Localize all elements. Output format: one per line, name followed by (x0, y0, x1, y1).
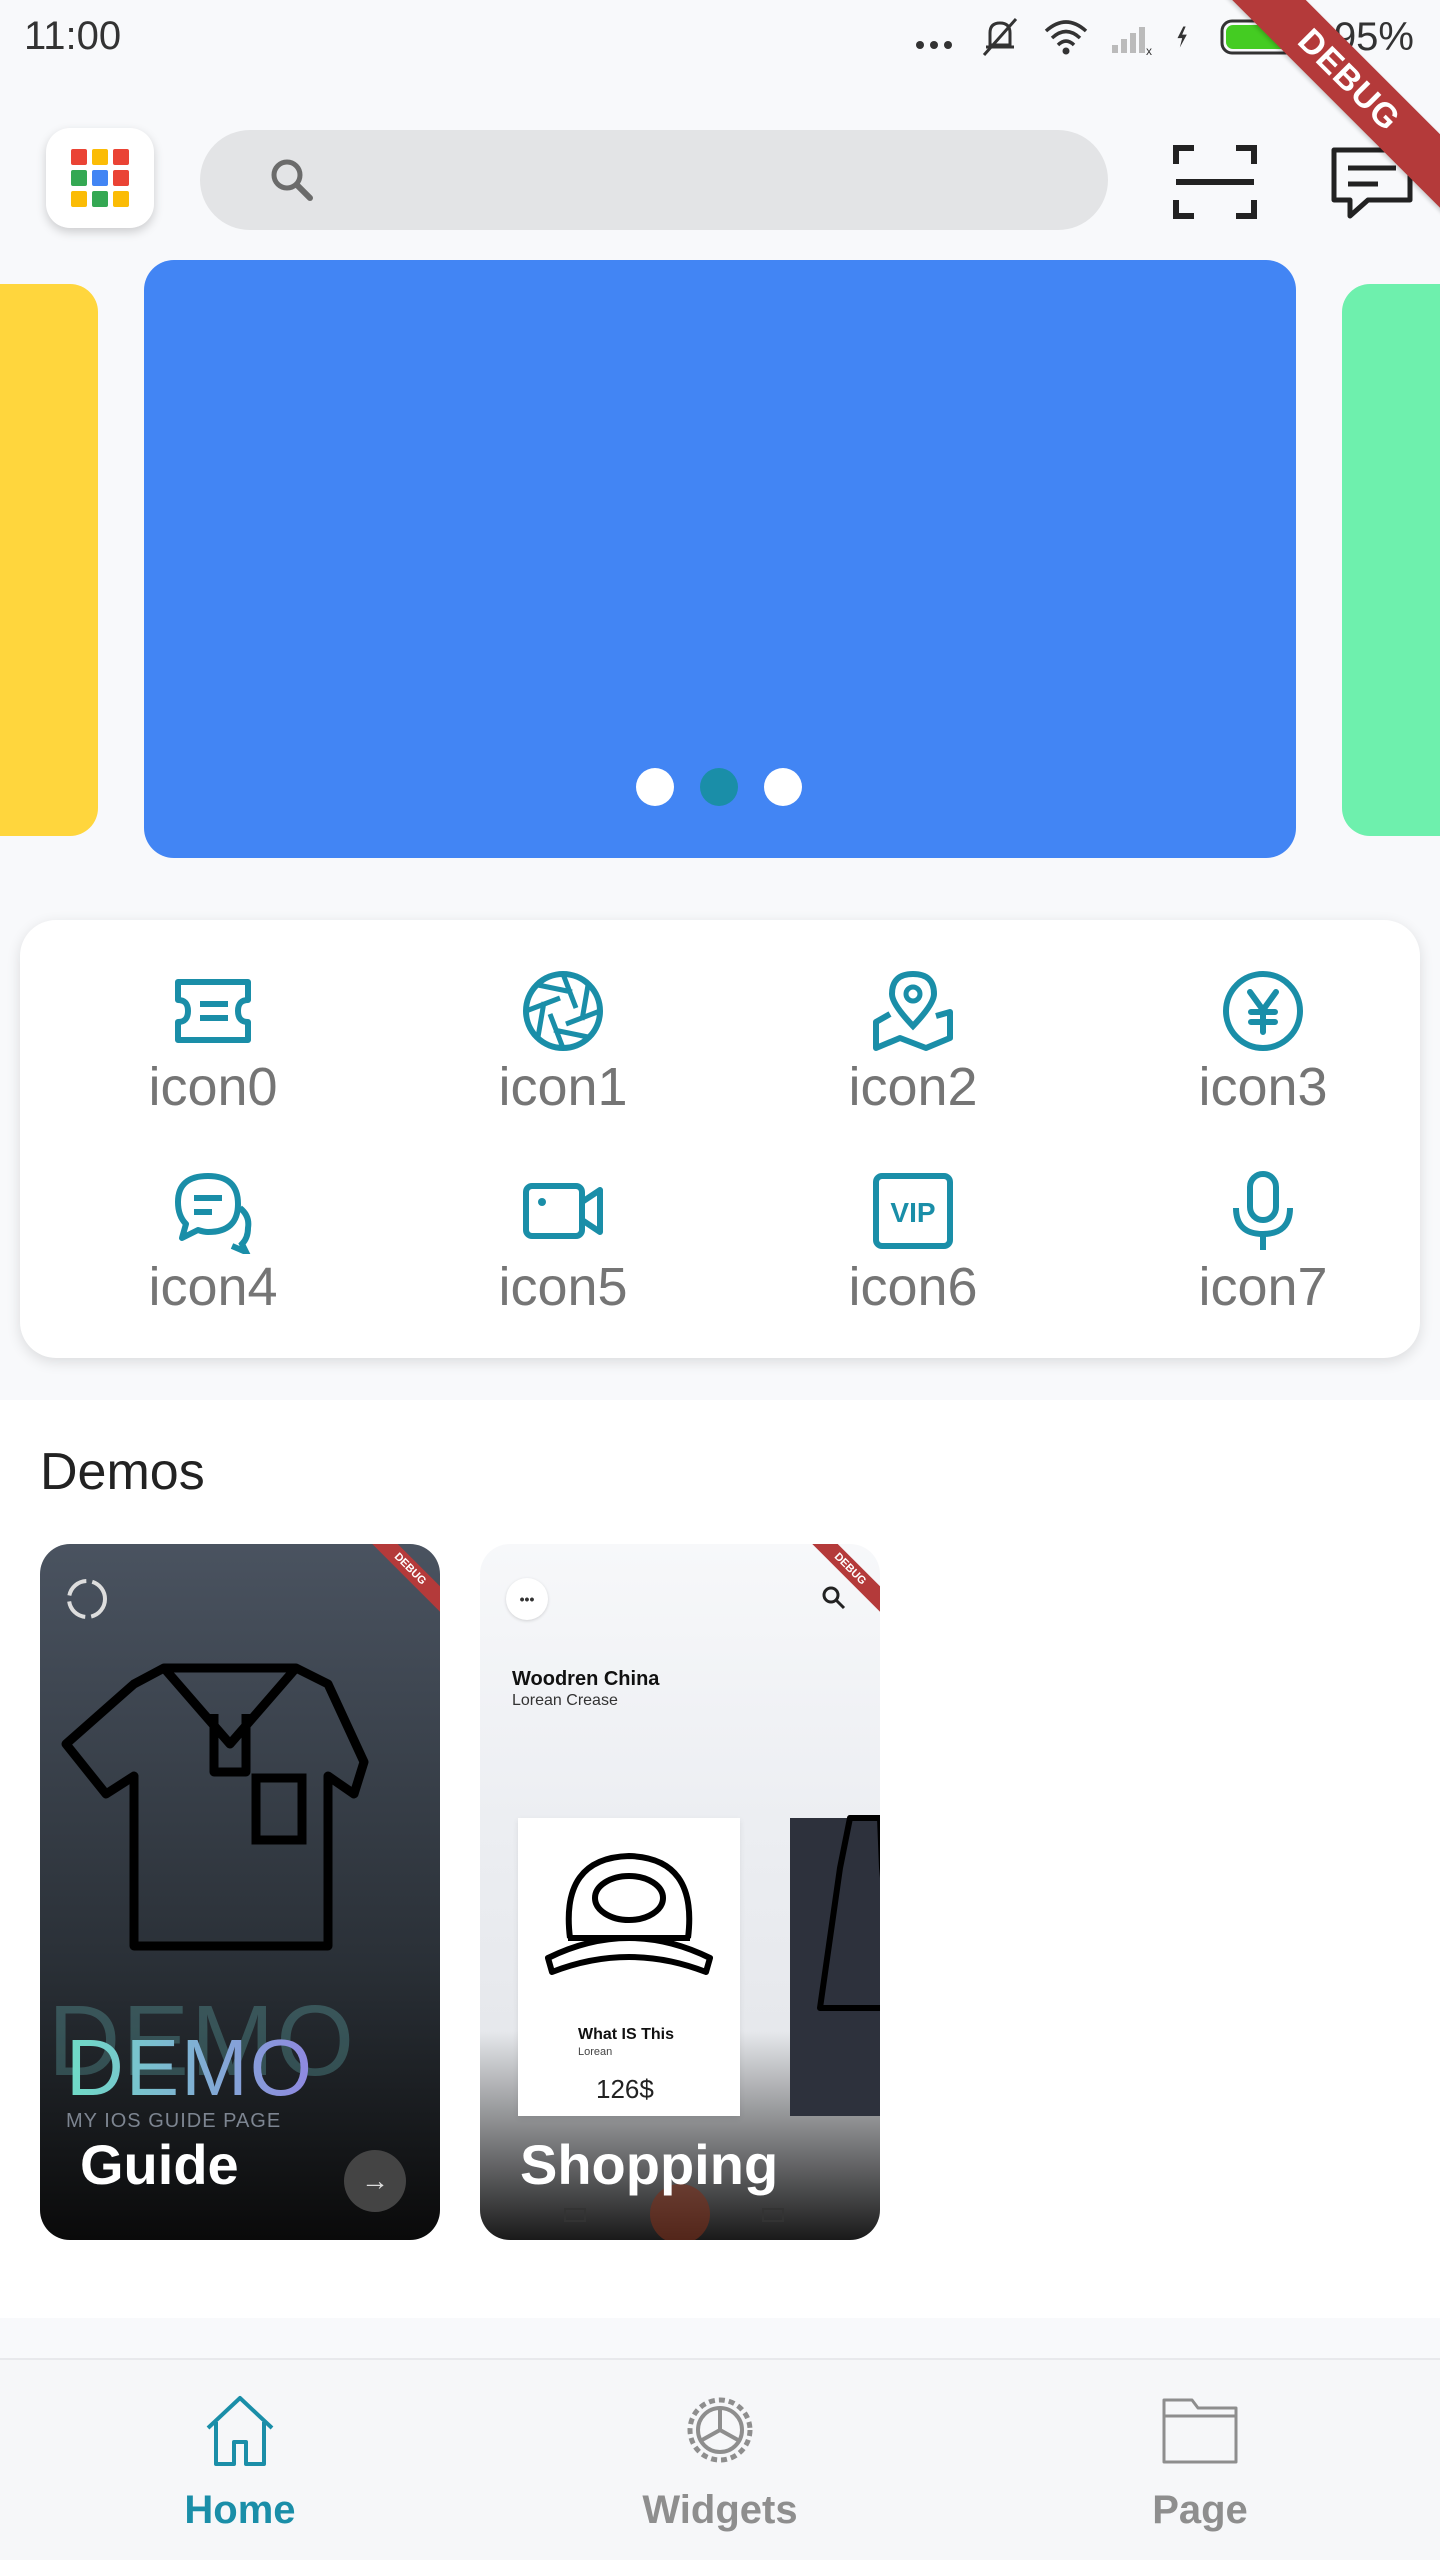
demo-card-guide[interactable]: DEBUG DEMO DEMO MY IOS GUIDE PAGE Guide … (40, 1544, 440, 2240)
product-card-dark (790, 1815, 880, 2116)
quick-item-label: icon2 (848, 1057, 978, 1117)
carousel-dot[interactable] (764, 768, 802, 806)
nav-label: Page (1152, 2488, 1248, 2532)
quick-item-label: icon3 (1198, 1057, 1328, 1117)
svg-text:VIP: VIP (890, 1197, 935, 1228)
carousel-slide-prev[interactable] (0, 284, 98, 836)
section-title: Demos (40, 1443, 205, 1501)
nav-label: Home (184, 2488, 296, 2532)
quick-item-label: icon5 (498, 1257, 628, 1317)
loading-icon (67, 1579, 107, 1619)
shop-brand: Woodren China (512, 1668, 660, 1690)
cap-icon (545, 1852, 713, 1975)
scan-icon[interactable] (1172, 142, 1258, 222)
svg-text:x: x (1146, 44, 1152, 58)
home-icon (206, 2396, 274, 2466)
status-time: 11:00 (24, 14, 122, 58)
wifi-icon (1044, 20, 1088, 55)
tab-icon (564, 2208, 586, 2222)
app-grid-button[interactable] (46, 128, 154, 228)
quick-item-label: icon0 (148, 1057, 278, 1117)
nav-widgets[interactable]: Widgets (570, 2390, 870, 2533)
search-bar[interactable] (200, 130, 1108, 230)
quick-item-icon0[interactable]: icon0 (38, 920, 388, 1120)
bell-muted-icon (982, 18, 1018, 56)
quick-item-label: icon6 (848, 1257, 978, 1317)
quick-item-icon5[interactable]: icon5 (388, 1120, 738, 1320)
nav-home[interactable]: Home (90, 2390, 390, 2533)
demo-card-title: Shopping (520, 2133, 779, 2196)
quick-actions-grid: icon0 icon1 icon2 icon3 icon4 icon5 VIP … (20, 920, 1420, 1358)
tab-icon (762, 2208, 784, 2222)
product-price: 126$ (596, 2074, 654, 2104)
map-pin-icon (873, 970, 953, 1051)
carousel-dot[interactable] (636, 768, 674, 806)
video-camera-icon (523, 1183, 603, 1239)
search-icon (271, 159, 313, 201)
quick-item-label: icon1 (498, 1057, 628, 1117)
demo-subtitle: MY IOS GUIDE PAGE (66, 2110, 282, 2132)
product-name: What IS This (578, 2026, 674, 2043)
shirt-icon (61, 1663, 369, 1951)
nav-label: Widgets (642, 2488, 798, 2532)
aperture-icon (523, 971, 603, 1051)
quick-item-icon7[interactable]: icon7 (1088, 1120, 1438, 1320)
more-icon: ••• (506, 1578, 548, 1620)
product-card: What IS This Lorean 126$ (518, 1818, 740, 2116)
search-input[interactable] (332, 159, 1092, 201)
charging-icon (1177, 26, 1187, 48)
carousel-dot-active[interactable] (700, 768, 738, 806)
search-icon (822, 1586, 846, 1610)
demo-card-title: Guide (80, 2133, 239, 2196)
quick-item-icon6[interactable]: VIP icon6 (738, 1120, 1088, 1320)
mini-debug-banner: DEBUG (361, 1544, 440, 1618)
gear-icon (687, 2397, 753, 2463)
app-grid-icon (71, 149, 129, 207)
more-dots-icon (915, 41, 952, 49)
nav-page[interactable]: Page (1050, 2390, 1350, 2533)
microphone-icon (1233, 1171, 1293, 1250)
folder-icon (1162, 2398, 1238, 2464)
bottom-navigation: Home Widgets Page (0, 2358, 1440, 2560)
quick-item-icon2[interactable]: icon2 (738, 920, 1088, 1120)
dress-icon (817, 1815, 880, 2011)
signal-icon: x (1111, 27, 1152, 58)
carousel-indicator (636, 768, 802, 806)
chat-bubbles-icon (175, 1173, 252, 1254)
quick-item-label: icon4 (148, 1257, 278, 1317)
demo-brand-text: DEMO (66, 2023, 314, 2112)
yen-icon (1223, 971, 1303, 1051)
vip-icon: VIP (873, 1173, 953, 1249)
quick-item-icon1[interactable]: icon1 (388, 920, 738, 1120)
arrow-right-icon[interactable]: → (344, 2150, 406, 2212)
demo-card-shopping[interactable]: DEBUG ••• Woodren China Lorean Crease Wh… (480, 1544, 880, 2240)
shop-brand-subtitle: Lorean Crease (512, 1692, 618, 1709)
carousel-slide-next[interactable] (1342, 284, 1440, 836)
quick-item-label: icon7 (1198, 1257, 1328, 1317)
ticket-icon (175, 979, 251, 1043)
quick-item-icon4[interactable]: icon4 (38, 1120, 388, 1320)
product-subtitle: Lorean (578, 2046, 613, 2058)
quick-item-icon3[interactable]: icon3 (1088, 920, 1438, 1120)
